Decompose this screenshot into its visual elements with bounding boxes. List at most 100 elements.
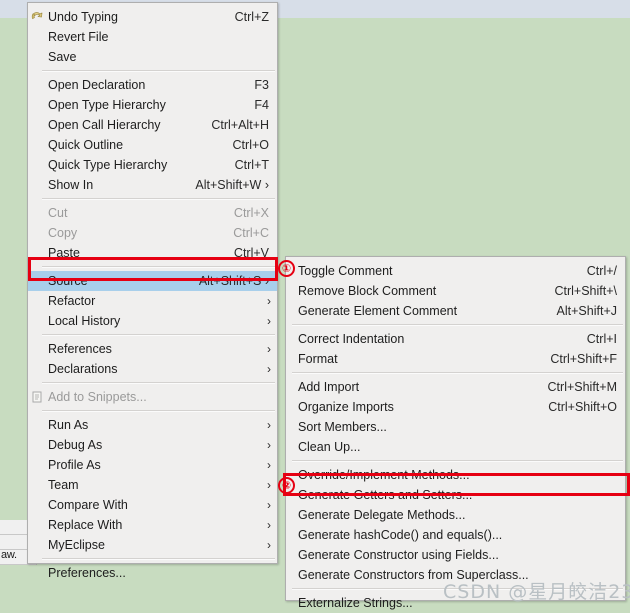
menu-item-shortcut: Alt+Shift+W ›	[195, 178, 269, 192]
menu-item-source[interactable]: Source Alt+Shift+S ›	[28, 271, 277, 291]
menu-separator	[42, 70, 275, 72]
menu-item-copy[interactable]: Copy Ctrl+C	[28, 223, 277, 243]
menu-item-profile-as[interactable]: Profile As ›	[28, 455, 277, 475]
menu-item-shortcut: Alt+Shift+J	[556, 304, 617, 318]
menu-item-references[interactable]: References ›	[28, 339, 277, 359]
menu-item-shortcut: Ctrl+Shift+F	[550, 352, 617, 366]
chevron-right-icon: ›	[267, 314, 271, 328]
menu-item-toggle-comment[interactable]: Toggle Comment Ctrl+/	[286, 261, 625, 281]
menu-item-correct-indentation[interactable]: Correct Indentation Ctrl+I	[286, 329, 625, 349]
menu-item-generate-delegate-methods[interactable]: Generate Delegate Methods...	[286, 505, 625, 525]
menu-item-myeclipse[interactable]: MyEclipse ›	[28, 535, 277, 555]
menu-item-label: Cut	[48, 206, 68, 220]
menu-item-label: Override/Implement Methods...	[298, 468, 470, 482]
menu-item-label: Paste	[48, 246, 80, 260]
chevron-right-icon: ›	[267, 294, 271, 308]
menu-item-label: Generate Delegate Methods...	[298, 508, 466, 522]
menu-item-label: Preferences...	[48, 566, 126, 580]
menu-item-shortcut: Ctrl+X	[233, 206, 269, 220]
menu-item-open-call-hierarchy[interactable]: Open Call Hierarchy Ctrl+Alt+H	[28, 115, 277, 135]
menu-item-label: Sort Members...	[298, 420, 387, 434]
document-icon	[30, 390, 44, 404]
menu-item-open-type-hierarchy[interactable]: Open Type Hierarchy F4	[28, 95, 277, 115]
menu-item-label: Run As	[48, 418, 89, 432]
menu-item-save[interactable]: Save	[28, 47, 277, 67]
menu-item-open-declaration[interactable]: Open Declaration F3	[28, 75, 277, 95]
menu-item-label: Source	[48, 274, 88, 288]
menu-item-label: Revert File	[48, 30, 109, 44]
menu-separator	[42, 382, 275, 384]
menu-item-team[interactable]: Team ›	[28, 475, 277, 495]
menu-item-add-import[interactable]: Add Import Ctrl+Shift+M	[286, 377, 625, 397]
menu-separator	[42, 266, 275, 268]
menu-item-label: Organize Imports	[298, 400, 394, 414]
menu-item-label: References	[48, 342, 112, 356]
menu-item-label: Generate Element Comment	[298, 304, 458, 318]
menu-item-label: Save	[48, 50, 77, 64]
menu-item-override-implement-methods[interactable]: Override/Implement Methods...	[286, 465, 625, 485]
menu-item-shortcut: Ctrl+V	[233, 246, 269, 260]
editor-text-fragment: aw.	[1, 549, 17, 561]
menu-item-generate-hashcode-and-equals[interactable]: Generate hashCode() and equals()...	[286, 525, 625, 545]
source-submenu[interactable]: Toggle Comment Ctrl+/ Remove Block Comment…	[285, 256, 626, 610]
menu-item-label: Toggle Comment	[298, 264, 393, 278]
menu-item-generate-constructor-using-fields[interactable]: Generate Constructor using Fields...	[286, 545, 625, 565]
menu-item-label: Open Declaration	[48, 78, 146, 92]
menu-item-label: Copy	[48, 226, 78, 240]
menu-item-clean-up[interactable]: Clean Up...	[286, 437, 625, 457]
menu-item-cut[interactable]: Cut Ctrl+X	[28, 203, 277, 223]
menu-item-preferences[interactable]: Preferences...	[28, 563, 277, 583]
menu-item-undo-typing[interactable]: Undo Typing Ctrl+Z	[28, 7, 277, 27]
menu-item-format[interactable]: Format Ctrl+Shift+F	[286, 349, 625, 369]
menu-separator	[42, 558, 275, 560]
menu-item-generate-getters-and-setters[interactable]: Generate Getters and Setters...	[286, 485, 625, 505]
chevron-right-icon: ›	[267, 498, 271, 512]
menu-item-run-as[interactable]: Run As ›	[28, 415, 277, 435]
menu-item-label: Clean Up...	[298, 440, 361, 454]
menu-item-sort-members[interactable]: Sort Members...	[286, 417, 625, 437]
annotation-marker-1: ①	[278, 260, 295, 277]
annotation-marker-2: ②	[278, 477, 295, 494]
menu-separator	[42, 198, 275, 200]
menu-item-shortcut: Ctrl+I	[586, 332, 617, 346]
menu-item-shortcut: F4	[254, 98, 269, 112]
menu-item-label: Quick Outline	[48, 138, 124, 152]
watermark-text: CSDN @星月皎洁233	[443, 581, 630, 603]
menu-item-shortcut: Ctrl+/	[586, 264, 617, 278]
menu-item-remove-block-comment[interactable]: Remove Block Comment Ctrl+Shift+\	[286, 281, 625, 301]
menu-item-paste[interactable]: Paste Ctrl+V	[28, 243, 277, 263]
menu-item-label: Debug As	[48, 438, 103, 452]
chevron-right-icon: ›	[267, 438, 271, 452]
menu-item-debug-as[interactable]: Debug As ›	[28, 435, 277, 455]
menu-item-revert-file[interactable]: Revert File	[28, 27, 277, 47]
chevron-right-icon: ›	[267, 538, 271, 552]
menu-item-quick-outline[interactable]: Quick Outline Ctrl+O	[28, 135, 277, 155]
menu-item-label: Undo Typing	[48, 10, 118, 24]
menu-item-label: Generate Constructor using Fields...	[298, 548, 499, 562]
menu-item-quick-type-hierarchy[interactable]: Quick Type Hierarchy Ctrl+T	[28, 155, 277, 175]
menu-item-label: Externalize Strings...	[298, 596, 413, 610]
menu-item-shortcut: Ctrl+Alt+H	[211, 118, 269, 132]
menu-item-shortcut: Alt+Shift+S ›	[198, 274, 269, 288]
menu-item-shortcut: Ctrl+Shift+\	[554, 284, 617, 298]
menu-item-label: Remove Block Comment	[298, 284, 437, 298]
menu-item-organize-imports[interactable]: Organize Imports Ctrl+Shift+O	[286, 397, 625, 417]
menu-item-refactor[interactable]: Refactor ›	[28, 291, 277, 311]
menu-item-generate-element-comment[interactable]: Generate Element Comment Alt+Shift+J	[286, 301, 625, 321]
menu-item-label: Add Import	[298, 380, 360, 394]
menu-item-show-in[interactable]: Show In Alt+Shift+W ›	[28, 175, 277, 195]
chevron-right-icon: ›	[267, 518, 271, 532]
menu-item-label: Replace With	[48, 518, 123, 532]
menu-item-label: Local History	[48, 314, 121, 328]
menu-item-label: Generate hashCode() and equals()...	[298, 528, 503, 542]
menu-separator	[292, 324, 623, 326]
menu-item-compare-with[interactable]: Compare With ›	[28, 495, 277, 515]
menu-item-shortcut: F3	[254, 78, 269, 92]
menu-item-declarations[interactable]: Declarations ›	[28, 359, 277, 379]
menu-item-replace-with[interactable]: Replace With ›	[28, 515, 277, 535]
menu-item-local-history[interactable]: Local History ›	[28, 311, 277, 331]
undo-arrow-icon	[30, 10, 44, 24]
menu-item-add-to-snippets[interactable]: Add to Snippets...	[28, 387, 277, 407]
menu-item-shortcut: Ctrl+Shift+O	[548, 400, 617, 414]
editor-context-menu[interactable]: Undo Typing Ctrl+Z Revert File Save Open Dec…	[27, 2, 278, 580]
